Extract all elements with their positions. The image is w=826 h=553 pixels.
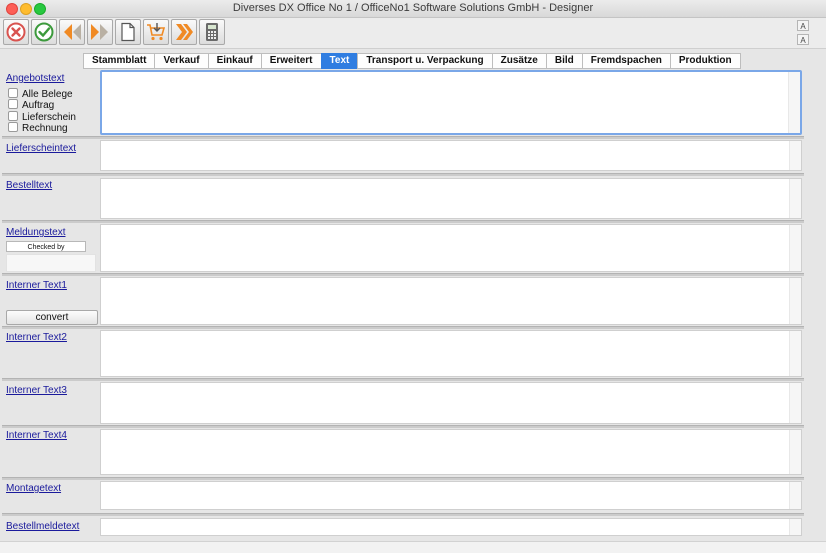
- checkbox-label: Auftrag: [22, 100, 55, 111]
- tab-zusaetze[interactable]: Zusätze: [491, 53, 546, 69]
- divider: [2, 378, 804, 381]
- double-right-arrow-icon: [91, 24, 108, 40]
- scrollbar[interactable]: [789, 430, 801, 474]
- forward-icon: [176, 24, 193, 40]
- font-smaller-button[interactable]: A: [797, 34, 809, 45]
- scrollbar[interactable]: [789, 179, 801, 218]
- divider: [2, 173, 804, 176]
- tab-einkauf[interactable]: Einkauf: [207, 53, 261, 69]
- interner-text2-textarea[interactable]: [100, 330, 802, 377]
- window-title: Diverses DX Office No 1 / OfficeNo1 Soft…: [232, 2, 594, 14]
- montagetext-link[interactable]: Montagetext: [6, 483, 61, 494]
- tab-bild[interactable]: Bild: [545, 53, 582, 69]
- tab-produktion[interactable]: Produktion: [669, 53, 741, 69]
- toolbar: A A: [0, 18, 826, 49]
- angebotstext-link[interactable]: Angebotstext: [6, 73, 64, 84]
- scrollbar[interactable]: [789, 331, 801, 376]
- checked-by-value[interactable]: [6, 254, 96, 272]
- tab-transport[interactable]: Transport u. Verpackung: [357, 53, 492, 69]
- double-left-arrow-icon: [64, 24, 81, 40]
- scrollbar[interactable]: [789, 141, 801, 170]
- interner-text4-textarea[interactable]: [100, 429, 802, 475]
- lieferscheintext-textarea[interactable]: [100, 140, 802, 171]
- font-larger-button[interactable]: A: [797, 20, 809, 31]
- scrollbar[interactable]: [789, 383, 801, 423]
- tab-bar: Stammblatt Verkauf Einkauf Erweitert Tex…: [83, 53, 741, 69]
- scrollbar[interactable]: [789, 482, 801, 509]
- scrollbar[interactable]: [789, 225, 801, 271]
- next-button[interactable]: [87, 19, 113, 45]
- tab-fremdsprachen[interactable]: Fremdspachen: [581, 53, 670, 69]
- divider: [2, 477, 804, 480]
- scrollbar[interactable]: [788, 72, 800, 133]
- convert-button[interactable]: convert: [6, 310, 98, 325]
- meldungstext-link[interactable]: Meldungstext: [6, 227, 65, 238]
- tab-text[interactable]: Text: [320, 53, 358, 69]
- calculator-icon: [206, 23, 218, 41]
- divider: [2, 326, 804, 329]
- interner-text2-link[interactable]: Interner Text2: [6, 332, 67, 343]
- interner-text4-link[interactable]: Interner Text4: [6, 430, 67, 441]
- bestelltext-textarea[interactable]: [100, 178, 802, 219]
- checkbox-label: Rechnung: [22, 123, 68, 134]
- bestelltext-link[interactable]: Bestelltext: [6, 180, 52, 191]
- bestellmeldetext-link[interactable]: Bestellmeldetext: [6, 521, 79, 532]
- checkbox-rechnung[interactable]: Rechnung: [8, 122, 68, 134]
- title-bar: Diverses DX Office No 1 / OfficeNo1 Soft…: [0, 0, 826, 18]
- calculator-button[interactable]: [199, 19, 225, 45]
- new-document-button[interactable]: [115, 19, 141, 45]
- tab-erweitert[interactable]: Erweitert: [260, 53, 321, 69]
- divider: [2, 513, 804, 516]
- interner-text3-textarea[interactable]: [100, 382, 802, 424]
- checked-by-field[interactable]: Checked by: [6, 241, 86, 252]
- montagetext-textarea[interactable]: [100, 481, 802, 510]
- confirm-button[interactable]: [31, 19, 57, 45]
- angebotstext-textarea[interactable]: [100, 70, 802, 135]
- shopping-cart-button[interactable]: [143, 19, 169, 45]
- cancel-button[interactable]: [3, 19, 29, 45]
- divider: [2, 136, 804, 139]
- interner-text1-link[interactable]: Interner Text1: [6, 280, 67, 291]
- interner-text1-textarea[interactable]: [100, 277, 802, 325]
- forward-button[interactable]: [171, 19, 197, 45]
- tab-stammblatt[interactable]: Stammblatt: [83, 53, 155, 69]
- interner-text3-link[interactable]: Interner Text3: [6, 385, 67, 396]
- divider: [2, 425, 804, 428]
- status-bar: [0, 541, 826, 553]
- scrollbar[interactable]: [789, 278, 801, 324]
- check-icon: [34, 22, 54, 42]
- tab-verkauf[interactable]: Verkauf: [154, 53, 208, 69]
- meldungstext-textarea[interactable]: [100, 224, 802, 272]
- previous-button[interactable]: [59, 19, 85, 45]
- new-document-icon: [121, 22, 135, 42]
- divider: [2, 220, 804, 223]
- divider: [2, 273, 804, 276]
- bestellmeldetext-textarea[interactable]: [100, 518, 802, 536]
- shopping-cart-icon: [147, 23, 166, 41]
- scrollbar[interactable]: [789, 519, 801, 535]
- cancel-icon: [6, 22, 26, 42]
- checkbox-auftrag[interactable]: Auftrag: [8, 99, 54, 111]
- lieferscheintext-link[interactable]: Lieferscheintext: [6, 143, 76, 154]
